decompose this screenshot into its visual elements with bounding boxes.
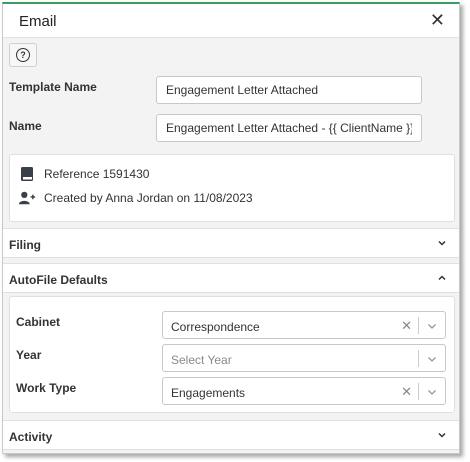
- book-icon: [18, 165, 36, 183]
- template-name-label: Template Name: [9, 80, 97, 94]
- select-separator: [418, 350, 419, 367]
- name-label: Name: [9, 119, 42, 133]
- chevron-up-icon: [438, 275, 446, 281]
- clear-icon[interactable]: ✕: [401, 384, 412, 400]
- dialog-title: Email: [19, 13, 57, 30]
- year-label: Year: [16, 348, 42, 362]
- dialog-header: Email ✕: [3, 4, 459, 38]
- chevron-down-icon[interactable]: [427, 387, 437, 397]
- email-dialog: Email ✕ ? Template Name Name Reference 1…: [2, 2, 460, 454]
- work-type-value: Engagements: [171, 386, 246, 400]
- year-select[interactable]: Select Year: [162, 344, 446, 372]
- chevron-down-icon[interactable]: [427, 354, 437, 364]
- reference-line: Reference 1591430: [18, 165, 149, 183]
- chevron-down-icon: [438, 432, 446, 438]
- cabinet-value: Correspondence: [171, 320, 260, 334]
- autofile-card: Cabinet Correspondence ✕ Year Select Yea…: [9, 296, 455, 413]
- filing-section-header[interactable]: Filing: [3, 228, 459, 258]
- filing-title: Filing: [9, 238, 41, 252]
- question-circle-icon: ?: [16, 48, 30, 62]
- reference-text: Reference 1591430: [44, 167, 150, 181]
- select-separator: [418, 383, 419, 400]
- chevron-down-icon: [438, 240, 446, 246]
- autofile-section-header[interactable]: AutoFile Defaults: [3, 263, 459, 293]
- name-input[interactable]: [156, 114, 422, 142]
- autofile-title: AutoFile Defaults: [9, 273, 108, 287]
- work-type-label: Work Type: [16, 381, 77, 395]
- select-separator: [418, 317, 419, 334]
- year-placeholder: Select Year: [171, 353, 232, 367]
- close-icon[interactable]: ✕: [430, 10, 445, 30]
- help-toolbar: ?: [3, 39, 459, 71]
- user-plus-icon: [18, 189, 36, 207]
- clear-icon[interactable]: ✕: [401, 318, 412, 334]
- cabinet-label: Cabinet: [16, 315, 61, 329]
- activity-section-header[interactable]: Activity: [3, 420, 459, 450]
- activity-title: Activity: [9, 430, 53, 444]
- template-name-input[interactable]: [156, 76, 422, 104]
- created-text: Created by Anna Jordan on 11/08/2023: [44, 191, 253, 205]
- help-button[interactable]: ?: [9, 43, 37, 67]
- chevron-down-icon[interactable]: [427, 321, 437, 331]
- created-line: Created by Anna Jordan on 11/08/2023: [18, 189, 253, 207]
- cabinet-select[interactable]: Correspondence ✕: [162, 311, 446, 339]
- work-type-select[interactable]: Engagements ✕: [162, 377, 446, 405]
- info-card: Reference 1591430 Created by Anna Jordan…: [9, 154, 455, 222]
